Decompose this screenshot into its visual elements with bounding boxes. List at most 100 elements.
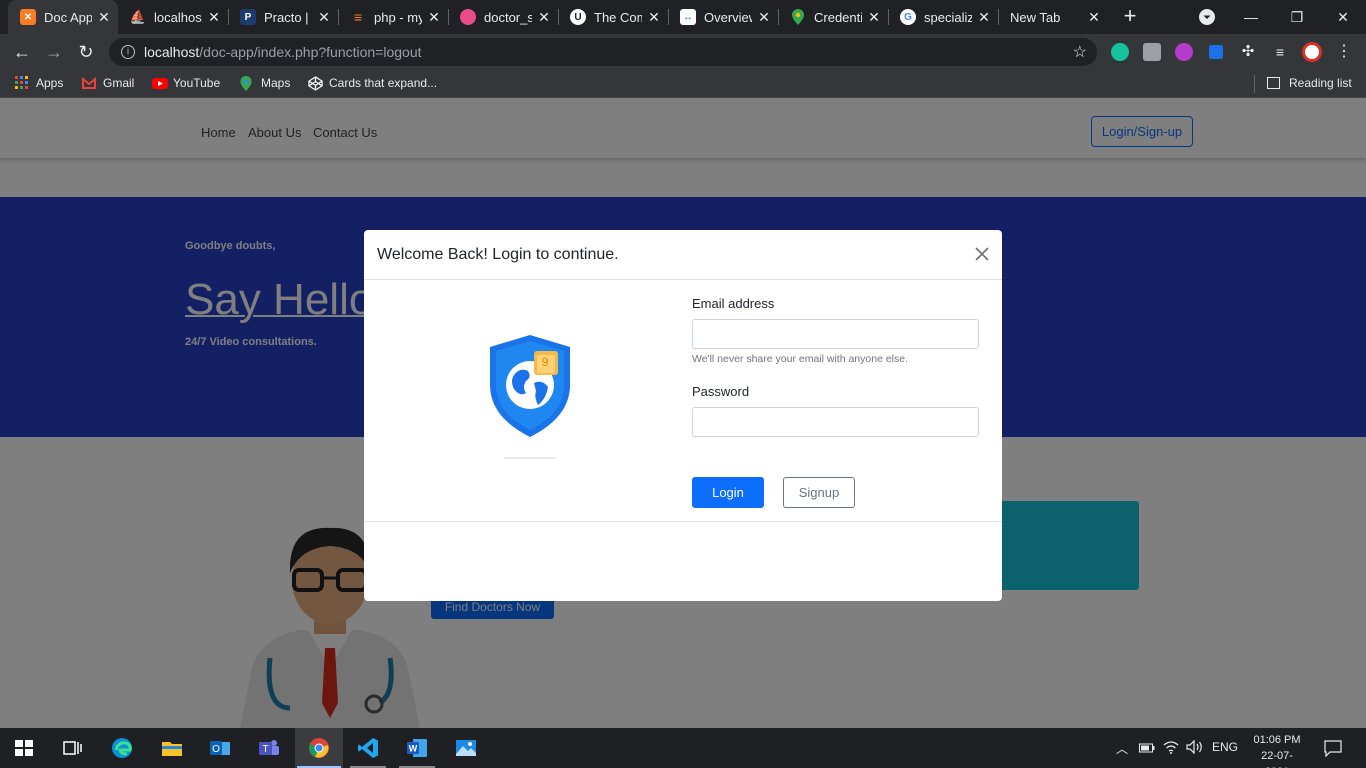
tab-overview[interactable]: ↔ Overview ✕ bbox=[668, 0, 778, 34]
close-tab-icon[interactable]: ✕ bbox=[1086, 9, 1102, 26]
clock-date: 22-07-2021 bbox=[1261, 750, 1293, 768]
forward-icon[interactable]: → bbox=[42, 41, 66, 63]
close-tab-icon[interactable]: ✕ bbox=[646, 9, 662, 26]
tab-title: Overview bbox=[704, 9, 752, 25]
show-hidden-icons[interactable]: ︿ bbox=[1116, 740, 1128, 757]
bookmark-youtube[interactable]: YouTube bbox=[152, 76, 220, 90]
tab-new-tab[interactable]: New Tab ✕ bbox=[998, 0, 1108, 34]
volume-icon[interactable] bbox=[1186, 740, 1204, 754]
bookmark-cards[interactable]: Cards that expand... bbox=[308, 76, 437, 91]
close-tab-icon[interactable]: ✕ bbox=[866, 9, 882, 26]
modal-footer-divider bbox=[364, 521, 1002, 522]
wifi-icon[interactable] bbox=[1163, 740, 1179, 754]
windows-start-icon[interactable] bbox=[12, 736, 36, 760]
close-tab-icon[interactable]: ✕ bbox=[316, 9, 332, 26]
svg-text:T: T bbox=[262, 744, 268, 755]
extension-icon[interactable] bbox=[1175, 43, 1193, 61]
file-explorer-icon[interactable] bbox=[160, 736, 184, 760]
stackoverflow-icon: ≡ bbox=[353, 9, 363, 25]
extension-icon[interactable] bbox=[1209, 45, 1223, 59]
reading-list-button[interactable]: Reading list bbox=[1267, 76, 1352, 90]
tab-php[interactable]: ≡ php - my ✕ bbox=[338, 0, 448, 34]
clock[interactable]: 01:06 PM 22-07-2021 bbox=[1249, 732, 1305, 768]
grammarly-icon[interactable] bbox=[1111, 43, 1129, 61]
tab-localhost[interactable]: ⛵ localhost ✕ bbox=[118, 0, 228, 34]
modal-title: Welcome Back! Login to continue. bbox=[377, 246, 619, 263]
signup-button[interactable]: Signup bbox=[783, 477, 855, 508]
close-tab-icon[interactable]: ✕ bbox=[206, 9, 222, 26]
codepen-icon bbox=[308, 76, 323, 91]
bookmark-star-icon[interactable]: ☆ bbox=[1073, 42, 1087, 62]
login-button[interactable]: Login bbox=[692, 477, 764, 508]
language-indicator[interactable]: ENG bbox=[1212, 740, 1238, 754]
close-icon[interactable] bbox=[972, 244, 992, 264]
tab-specializ[interactable]: G specializ ✕ bbox=[888, 0, 998, 34]
puzzle-extensions-icon[interactable]: ✣ bbox=[1239, 43, 1257, 61]
chrome-icon[interactable] bbox=[307, 736, 331, 760]
tab-title: specializ bbox=[924, 9, 972, 25]
chrome-menu-icon[interactable]: ⋮ bbox=[1335, 43, 1353, 61]
shield-globe-illustration bbox=[490, 335, 570, 437]
word-icon[interactable]: W bbox=[405, 736, 429, 760]
bookmark-maps[interactable]: Maps bbox=[240, 76, 291, 91]
vscode-icon[interactable] bbox=[356, 736, 380, 760]
tab-the-com[interactable]: U The Com ✕ bbox=[558, 0, 668, 34]
outlook-icon[interactable]: O bbox=[208, 736, 232, 760]
edge-icon[interactable] bbox=[110, 736, 134, 760]
tab-title: localhost bbox=[154, 9, 202, 25]
svg-text:W: W bbox=[409, 744, 418, 754]
bookmark-apps[interactable]: Apps bbox=[15, 76, 63, 90]
avatar[interactable] bbox=[1302, 42, 1322, 62]
tab-practo[interactable]: P Practo | ✕ bbox=[228, 0, 338, 34]
restore-button[interactable]: ❐ bbox=[1274, 0, 1320, 34]
tab-credentials[interactable]: Credenti ✕ bbox=[778, 0, 888, 34]
password-label: Password bbox=[692, 384, 750, 399]
reload-icon[interactable]: ↻ bbox=[74, 41, 98, 63]
tab-doctor[interactable]: doctor_s ✕ bbox=[448, 0, 558, 34]
tab-doc-app[interactable]: ✕ Doc App ✕ bbox=[8, 0, 118, 34]
bookmark-label: Gmail bbox=[103, 76, 135, 90]
media-control-icon[interactable]: ≡ bbox=[1271, 43, 1289, 61]
modal-header: Welcome Back! Login to continue. bbox=[364, 230, 1002, 280]
tab-search-icon[interactable] bbox=[1199, 9, 1215, 25]
email-field[interactable] bbox=[692, 319, 979, 349]
tab-title: Practo | bbox=[264, 9, 309, 25]
google-icon: G bbox=[900, 9, 916, 25]
practo-icon: P bbox=[240, 9, 256, 25]
task-view-icon[interactable] bbox=[60, 736, 84, 760]
bookmark-label: Maps bbox=[261, 76, 291, 90]
apps-grid-icon bbox=[15, 76, 29, 90]
close-tab-icon[interactable]: ✕ bbox=[426, 9, 442, 26]
reading-list-icon bbox=[1267, 77, 1280, 89]
tab-title: The Com bbox=[594, 9, 642, 25]
google-maps-icon bbox=[240, 76, 254, 91]
address-bar[interactable]: i localhost/doc-app/index.php?function=l… bbox=[109, 38, 1097, 66]
phpmyadmin-icon: ⛵ bbox=[129, 9, 147, 24]
minimize-button[interactable]: — bbox=[1228, 0, 1274, 34]
photos-icon[interactable] bbox=[454, 736, 478, 760]
site-info-icon[interactable]: i bbox=[121, 45, 135, 59]
xampp-icon: ✕ bbox=[20, 9, 36, 25]
back-icon[interactable]: ← bbox=[10, 41, 34, 63]
close-tab-icon[interactable]: ✕ bbox=[976, 9, 992, 26]
email-help-text: We'll never share your email with anyone… bbox=[692, 353, 908, 365]
battery-icon[interactable] bbox=[1139, 742, 1155, 754]
tab-title: Credenti bbox=[814, 9, 862, 25]
svg-text:O: O bbox=[212, 744, 220, 755]
google-maps-icon bbox=[790, 9, 806, 25]
close-window-button[interactable]: ✕ bbox=[1320, 0, 1366, 34]
extension-icon[interactable] bbox=[1143, 43, 1161, 61]
close-tab-icon[interactable]: ✕ bbox=[96, 9, 112, 26]
login-modal: Welcome Back! Login to continue. 9 Email… bbox=[364, 230, 1002, 601]
close-tab-icon[interactable]: ✕ bbox=[756, 9, 772, 26]
close-tab-icon[interactable]: ✕ bbox=[536, 9, 552, 26]
password-field[interactable] bbox=[692, 407, 979, 437]
notification-center-icon[interactable] bbox=[1324, 739, 1342, 757]
url-host: localhost bbox=[144, 44, 200, 60]
teams-icon[interactable]: T bbox=[257, 736, 281, 760]
youtube-icon bbox=[152, 76, 168, 90]
new-tab-button[interactable]: + bbox=[1119, 5, 1141, 27]
tab-title: Doc App bbox=[44, 9, 92, 25]
bookmark-gmail[interactable]: Gmail bbox=[82, 76, 134, 90]
windows-taskbar: O T W ︿ ENG 01:06 PM 22-07-2021 bbox=[0, 728, 1366, 768]
